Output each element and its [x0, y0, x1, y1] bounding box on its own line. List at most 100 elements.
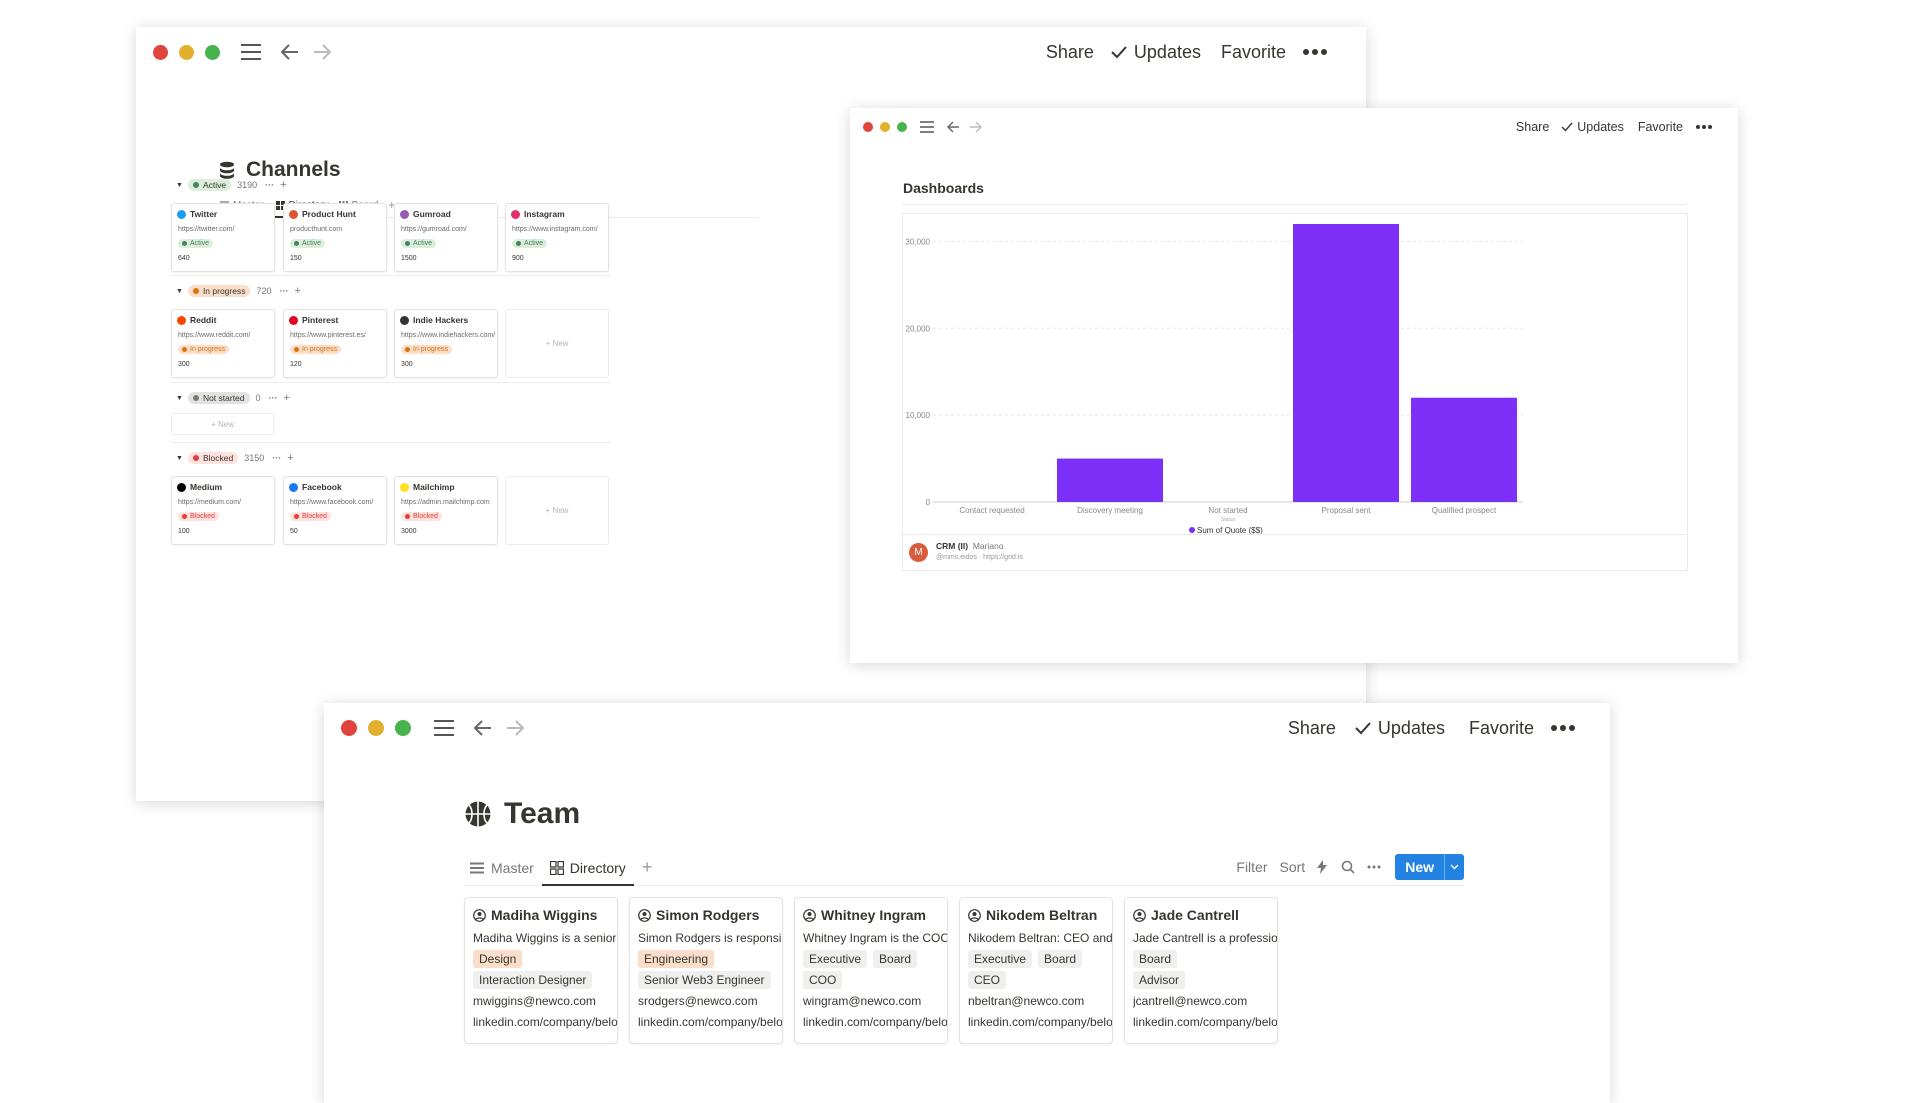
member-linkedin[interactable]: linkedin.com/company/belowno — [638, 1015, 782, 1029]
channel-card[interactable]: Gumroad https://gumroad.com/Active 1500 — [394, 203, 498, 272]
maximize-window-button[interactable] — [395, 720, 411, 736]
channel-card[interactable]: Facebook https://www.facebook.com/Blocked… — [283, 476, 387, 545]
forward-arrow-icon[interactable] — [969, 121, 982, 133]
member-linkedin[interactable]: linkedin.com/company/belowno — [1133, 1015, 1277, 1029]
share-button[interactable]: Share — [1516, 120, 1549, 134]
close-window-button[interactable] — [863, 122, 873, 132]
bar[interactable] — [1411, 397, 1517, 502]
member-email[interactable]: nbeltran@newco.com — [968, 994, 1084, 1008]
bar[interactable] — [1293, 224, 1399, 502]
channel-card[interactable]: Reddit https://www.reddit.com/In progress… — [171, 309, 275, 378]
share-button[interactable]: Share — [1046, 42, 1094, 63]
add-card-plus-icon[interactable]: + — [295, 285, 301, 297]
status-badge: In progress — [401, 345, 453, 354]
favorite-button[interactable]: Favorite — [1469, 718, 1534, 739]
group-status-pill: In progress — [187, 285, 251, 297]
hamburger-icon[interactable] — [240, 43, 262, 61]
add-view-plus-icon[interactable]: + — [642, 857, 653, 878]
channel-name: Product Hunt — [302, 209, 356, 219]
hamburger-icon[interactable] — [920, 121, 934, 133]
updates-button[interactable]: Updates — [1110, 42, 1201, 63]
member-linkedin[interactable]: linkedin.com/company/belowno — [803, 1015, 947, 1029]
channel-value: 3000 — [401, 528, 417, 535]
more-icon[interactable] — [1367, 865, 1381, 869]
chevron-down-icon[interactable] — [1444, 853, 1464, 880]
filter-button[interactable]: Filter — [1236, 859, 1267, 875]
group-more-icon[interactable]: ··· — [265, 180, 274, 190]
collapse-toggle-icon[interactable]: ▼ — [176, 455, 183, 462]
updates-button[interactable]: Updates — [1354, 718, 1445, 739]
channel-card[interactable]: Twitter https://twitter.com/Active 640 — [171, 203, 275, 272]
share-button[interactable]: Share — [1288, 718, 1336, 739]
channel-card[interactable]: Medium https://medium.com/Blocked 100 — [171, 476, 275, 545]
person-icon — [473, 908, 486, 922]
back-arrow-icon[interactable] — [947, 121, 960, 133]
status-label: Active — [190, 240, 210, 247]
group-more-icon[interactable]: ··· — [272, 453, 281, 463]
new-card-button[interactable]: + New — [505, 476, 609, 545]
sort-button[interactable]: Sort — [1280, 859, 1306, 875]
member-email[interactable]: jcantrell@newco.com — [1133, 994, 1247, 1008]
minimize-window-button[interactable] — [368, 720, 384, 736]
member-email[interactable]: srodgers@newco.com — [638, 994, 758, 1008]
collapse-toggle-icon[interactable]: ▼ — [176, 182, 183, 189]
member-email[interactable]: mwiggins@newco.com — [473, 994, 596, 1008]
back-arrow-icon[interactable] — [473, 719, 493, 737]
channel-card[interactable]: Indie Hackers https://www.indiehackers.co… — [394, 309, 498, 378]
team-member-card[interactable]: Nikodem Beltran Nikodem Beltran: CEO and … — [959, 897, 1113, 1044]
x-tick-label: Discovery meeting — [1077, 506, 1143, 515]
collapse-toggle-icon[interactable]: ▼ — [176, 395, 183, 402]
close-window-button[interactable] — [153, 44, 168, 60]
updates-button[interactable]: Updates — [1561, 120, 1624, 134]
team-member-card[interactable]: Whitney Ingram Whitney Ingram is the COO … — [794, 897, 948, 1044]
add-card-plus-icon[interactable]: + — [280, 179, 286, 191]
bar[interactable] — [1057, 458, 1163, 502]
favorite-button[interactable]: Favorite — [1638, 120, 1683, 134]
new-card-button[interactable]: + New — [171, 413, 274, 435]
view-tabs: Master Directory + Filter Sort New — [464, 850, 1464, 886]
new-button[interactable]: New — [1395, 859, 1444, 875]
add-card-plus-icon[interactable]: + — [284, 392, 290, 404]
footer-name: CRM (II) — [936, 541, 969, 551]
close-window-button[interactable] — [341, 720, 357, 736]
group-more-icon[interactable]: ··· — [280, 286, 289, 296]
channel-name: Mailchimp — [413, 482, 455, 492]
member-linkedin[interactable]: linkedin.com/company/belowno — [968, 1015, 1112, 1029]
member-linkedin[interactable]: linkedin.com/company/belowno — [473, 1015, 617, 1029]
tab-directory[interactable]: Directory — [541, 850, 634, 886]
minimize-window-button[interactable] — [880, 122, 890, 132]
add-card-plus-icon[interactable]: + — [287, 452, 293, 464]
more-icon[interactable] — [1302, 48, 1328, 56]
channel-url: https://www.instagram.com/ — [512, 226, 598, 233]
tag: Board — [1038, 950, 1083, 968]
new-card-button[interactable]: + New — [505, 309, 609, 378]
card-name-row: Facebook — [289, 482, 342, 492]
channel-card[interactable]: Pinterest https://www.pinterest.es/In pro… — [283, 309, 387, 378]
role-tags: Senior Web3 Engineer — [638, 971, 777, 989]
maximize-window-button[interactable] — [897, 122, 907, 132]
group-more-icon[interactable]: ··· — [269, 393, 278, 403]
lightning-icon[interactable] — [1317, 859, 1328, 874]
forward-arrow-icon[interactable] — [505, 719, 525, 737]
hamburger-icon[interactable] — [433, 719, 455, 737]
team-member-card[interactable]: Simon Rodgers Simon Rodgers is responsibl… — [629, 897, 783, 1044]
status-dot — [182, 347, 187, 352]
team-member-card[interactable]: Madiha Wiggins Madiha Wiggins is a senior… — [464, 897, 618, 1044]
channel-card[interactable]: Mailchimp https://admin.mailchimp.com Bloc… — [394, 476, 498, 545]
back-arrow-icon[interactable] — [280, 43, 300, 61]
minimize-window-button[interactable] — [179, 44, 194, 60]
team-member-card[interactable]: Jade Cantrell Jade Cantrell is a professi… — [1124, 897, 1278, 1044]
channel-card[interactable]: Product Hunt producthunt.com Active 150 — [283, 203, 387, 272]
favorite-button[interactable]: Favorite — [1221, 42, 1286, 63]
member-email[interactable]: wingram@newco.com — [803, 994, 921, 1008]
channel-card[interactable]: Instagram https://www.instagram.com/Activ… — [505, 203, 609, 272]
maximize-window-button[interactable] — [205, 44, 220, 60]
divider — [903, 534, 1687, 535]
search-icon[interactable] — [1341, 860, 1355, 874]
member-name-row: Simon Rodgers — [638, 907, 759, 923]
more-icon[interactable] — [1695, 124, 1713, 130]
forward-arrow-icon[interactable] — [312, 43, 332, 61]
collapse-toggle-icon[interactable]: ▼ — [176, 288, 183, 295]
tab-master[interactable]: Master — [464, 850, 540, 885]
more-icon[interactable] — [1550, 724, 1576, 732]
